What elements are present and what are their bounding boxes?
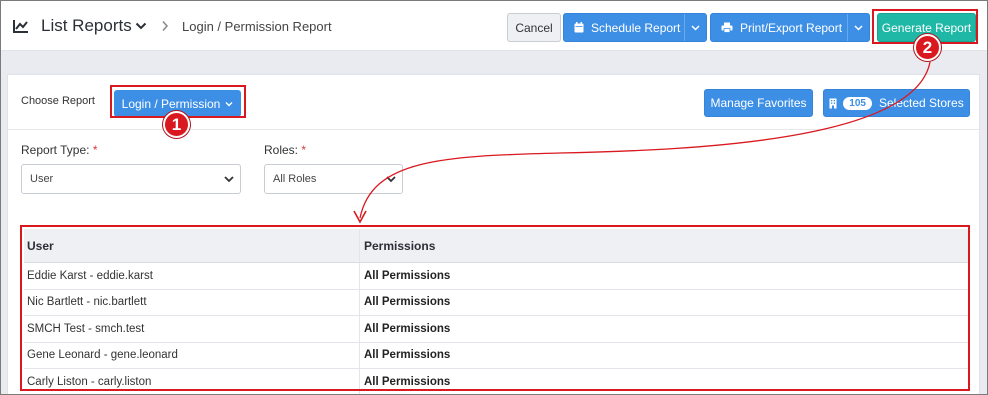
choose-report-label: Choose Report [21,95,95,107]
report-card: Choose Report Login / Permission Manage … [7,74,980,395]
chevron-down-icon [224,176,234,183]
table-row[interactable]: Gene Leonard - gene.leonard All Permissi… [24,342,969,369]
schedule-report-label: Schedule Report [591,20,681,35]
report-type-label: Report Type: * [21,143,98,157]
chevron-down-icon [691,24,700,31]
permissions-cell: All Permissions [364,296,451,309]
table-row[interactable]: Nic Bartlett - nic.bartlett All Permissi… [24,289,969,316]
manage-favorites-button[interactable]: Manage Favorites [704,89,813,117]
roles-select[interactable]: All Roles [264,164,403,194]
building-icon [829,98,837,108]
table-row[interactable]: SMCH Test - smch.test All Permissions [24,316,969,343]
report-table: User Permissions Eddie Karst - eddie.kar… [24,229,969,395]
permissions-cell: All Permissions [364,269,451,282]
permissions-cell: All Permissions [364,349,451,362]
schedule-report-button[interactable]: Schedule Report [563,13,707,42]
user-cell: Carly Liston - carly.liston [24,369,360,395]
chevron-down-icon [225,101,233,106]
roles-label: Roles: * [264,143,306,157]
table-row[interactable]: Carly Liston - carly.liston All Permissi… [24,369,969,395]
page-title[interactable]: List Reports [41,16,132,36]
stores-count-badge: 105 [843,96,872,110]
print-export-button[interactable]: Print/Export Report [710,13,870,42]
report-type-value: User [30,173,54,185]
permissions-cell: All Permissions [364,375,451,388]
chevron-right-icon [162,21,169,31]
print-dropdown-toggle[interactable] [847,14,869,41]
cancel-button[interactable]: Cancel [507,13,561,42]
table-row[interactable]: Eddie Karst - eddie.karst All Permission… [24,263,969,290]
report-type-select[interactable]: User [21,164,241,194]
calendar-icon [574,22,584,33]
selected-stores-button[interactable]: 105 Selected Stores [823,89,970,117]
required-marker: * [301,143,307,157]
report-type-label-text: Report Type: [21,143,90,157]
table-header: User Permissions [24,229,969,263]
column-header-user[interactable]: User [24,229,360,262]
roles-label-text: Roles: [264,143,299,157]
chevron-down-icon [854,24,863,31]
user-cell: Nic Bartlett - nic.bartlett [24,289,360,315]
required-marker: * [92,143,98,157]
report-selector-bar: Choose Report Login / Permission Manage … [8,75,979,130]
chevron-down-icon [386,176,396,183]
permissions-cell: All Permissions [364,322,451,335]
printer-icon [721,22,733,33]
selected-stores-label: Selected Stores [878,96,964,110]
selected-report-label: Login / Permission [121,96,221,111]
roles-value: All Roles [273,173,317,185]
line-chart-icon [13,20,28,33]
user-cell: Gene Leonard - gene.leonard [24,342,360,368]
chevron-down-icon[interactable] [135,21,147,31]
user-cell: SMCH Test - smch.test [24,316,360,342]
top-bar: List Reports Login / Permission Report C… [1,1,987,51]
schedule-dropdown-toggle[interactable] [684,14,706,41]
user-cell: Eddie Karst - eddie.karst [24,263,360,289]
breadcrumb: Login / Permission Report [182,19,332,34]
column-header-permissions[interactable]: Permissions [360,229,969,262]
step-1-callout: 1 [163,111,190,138]
step-2-callout: 2 [914,34,941,61]
print-export-label: Print/Export Report [740,20,843,35]
